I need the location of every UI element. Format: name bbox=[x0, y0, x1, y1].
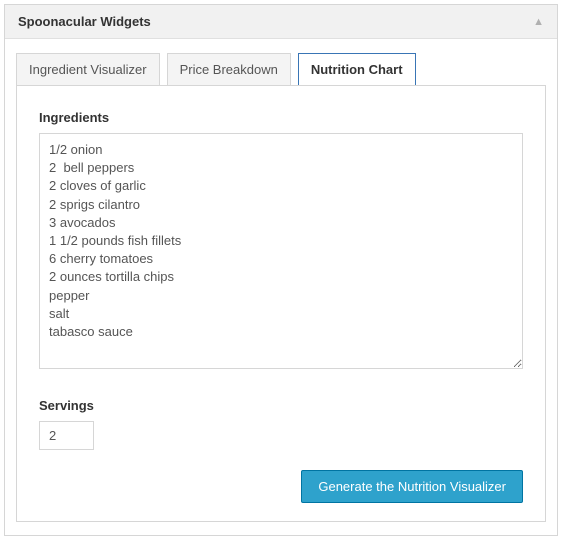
spoonacular-widget-panel: Spoonacular Widgets ▲ Ingredient Visuali… bbox=[4, 4, 558, 536]
tab-ingredient-visualizer[interactable]: Ingredient Visualizer bbox=[16, 53, 160, 86]
ingredients-label: Ingredients bbox=[39, 110, 523, 125]
widget-title: Spoonacular Widgets bbox=[18, 14, 151, 29]
generate-button[interactable]: Generate the Nutrition Visualizer bbox=[301, 470, 523, 503]
widget-body: Ingredient Visualizer Price Breakdown Nu… bbox=[5, 39, 557, 535]
tabs-row: Ingredient Visualizer Price Breakdown Nu… bbox=[16, 53, 546, 86]
servings-label: Servings bbox=[39, 398, 523, 413]
tab-nutrition-chart[interactable]: Nutrition Chart bbox=[298, 53, 416, 86]
ingredients-textarea[interactable] bbox=[39, 133, 523, 369]
widget-header: Spoonacular Widgets ▲ bbox=[5, 5, 557, 39]
button-row: Generate the Nutrition Visualizer bbox=[39, 470, 523, 503]
servings-input[interactable] bbox=[39, 421, 94, 450]
collapse-icon[interactable]: ▲ bbox=[533, 16, 544, 28]
tab-content: Ingredients Servings Generate the Nutrit… bbox=[16, 85, 546, 522]
tab-price-breakdown[interactable]: Price Breakdown bbox=[167, 53, 291, 86]
